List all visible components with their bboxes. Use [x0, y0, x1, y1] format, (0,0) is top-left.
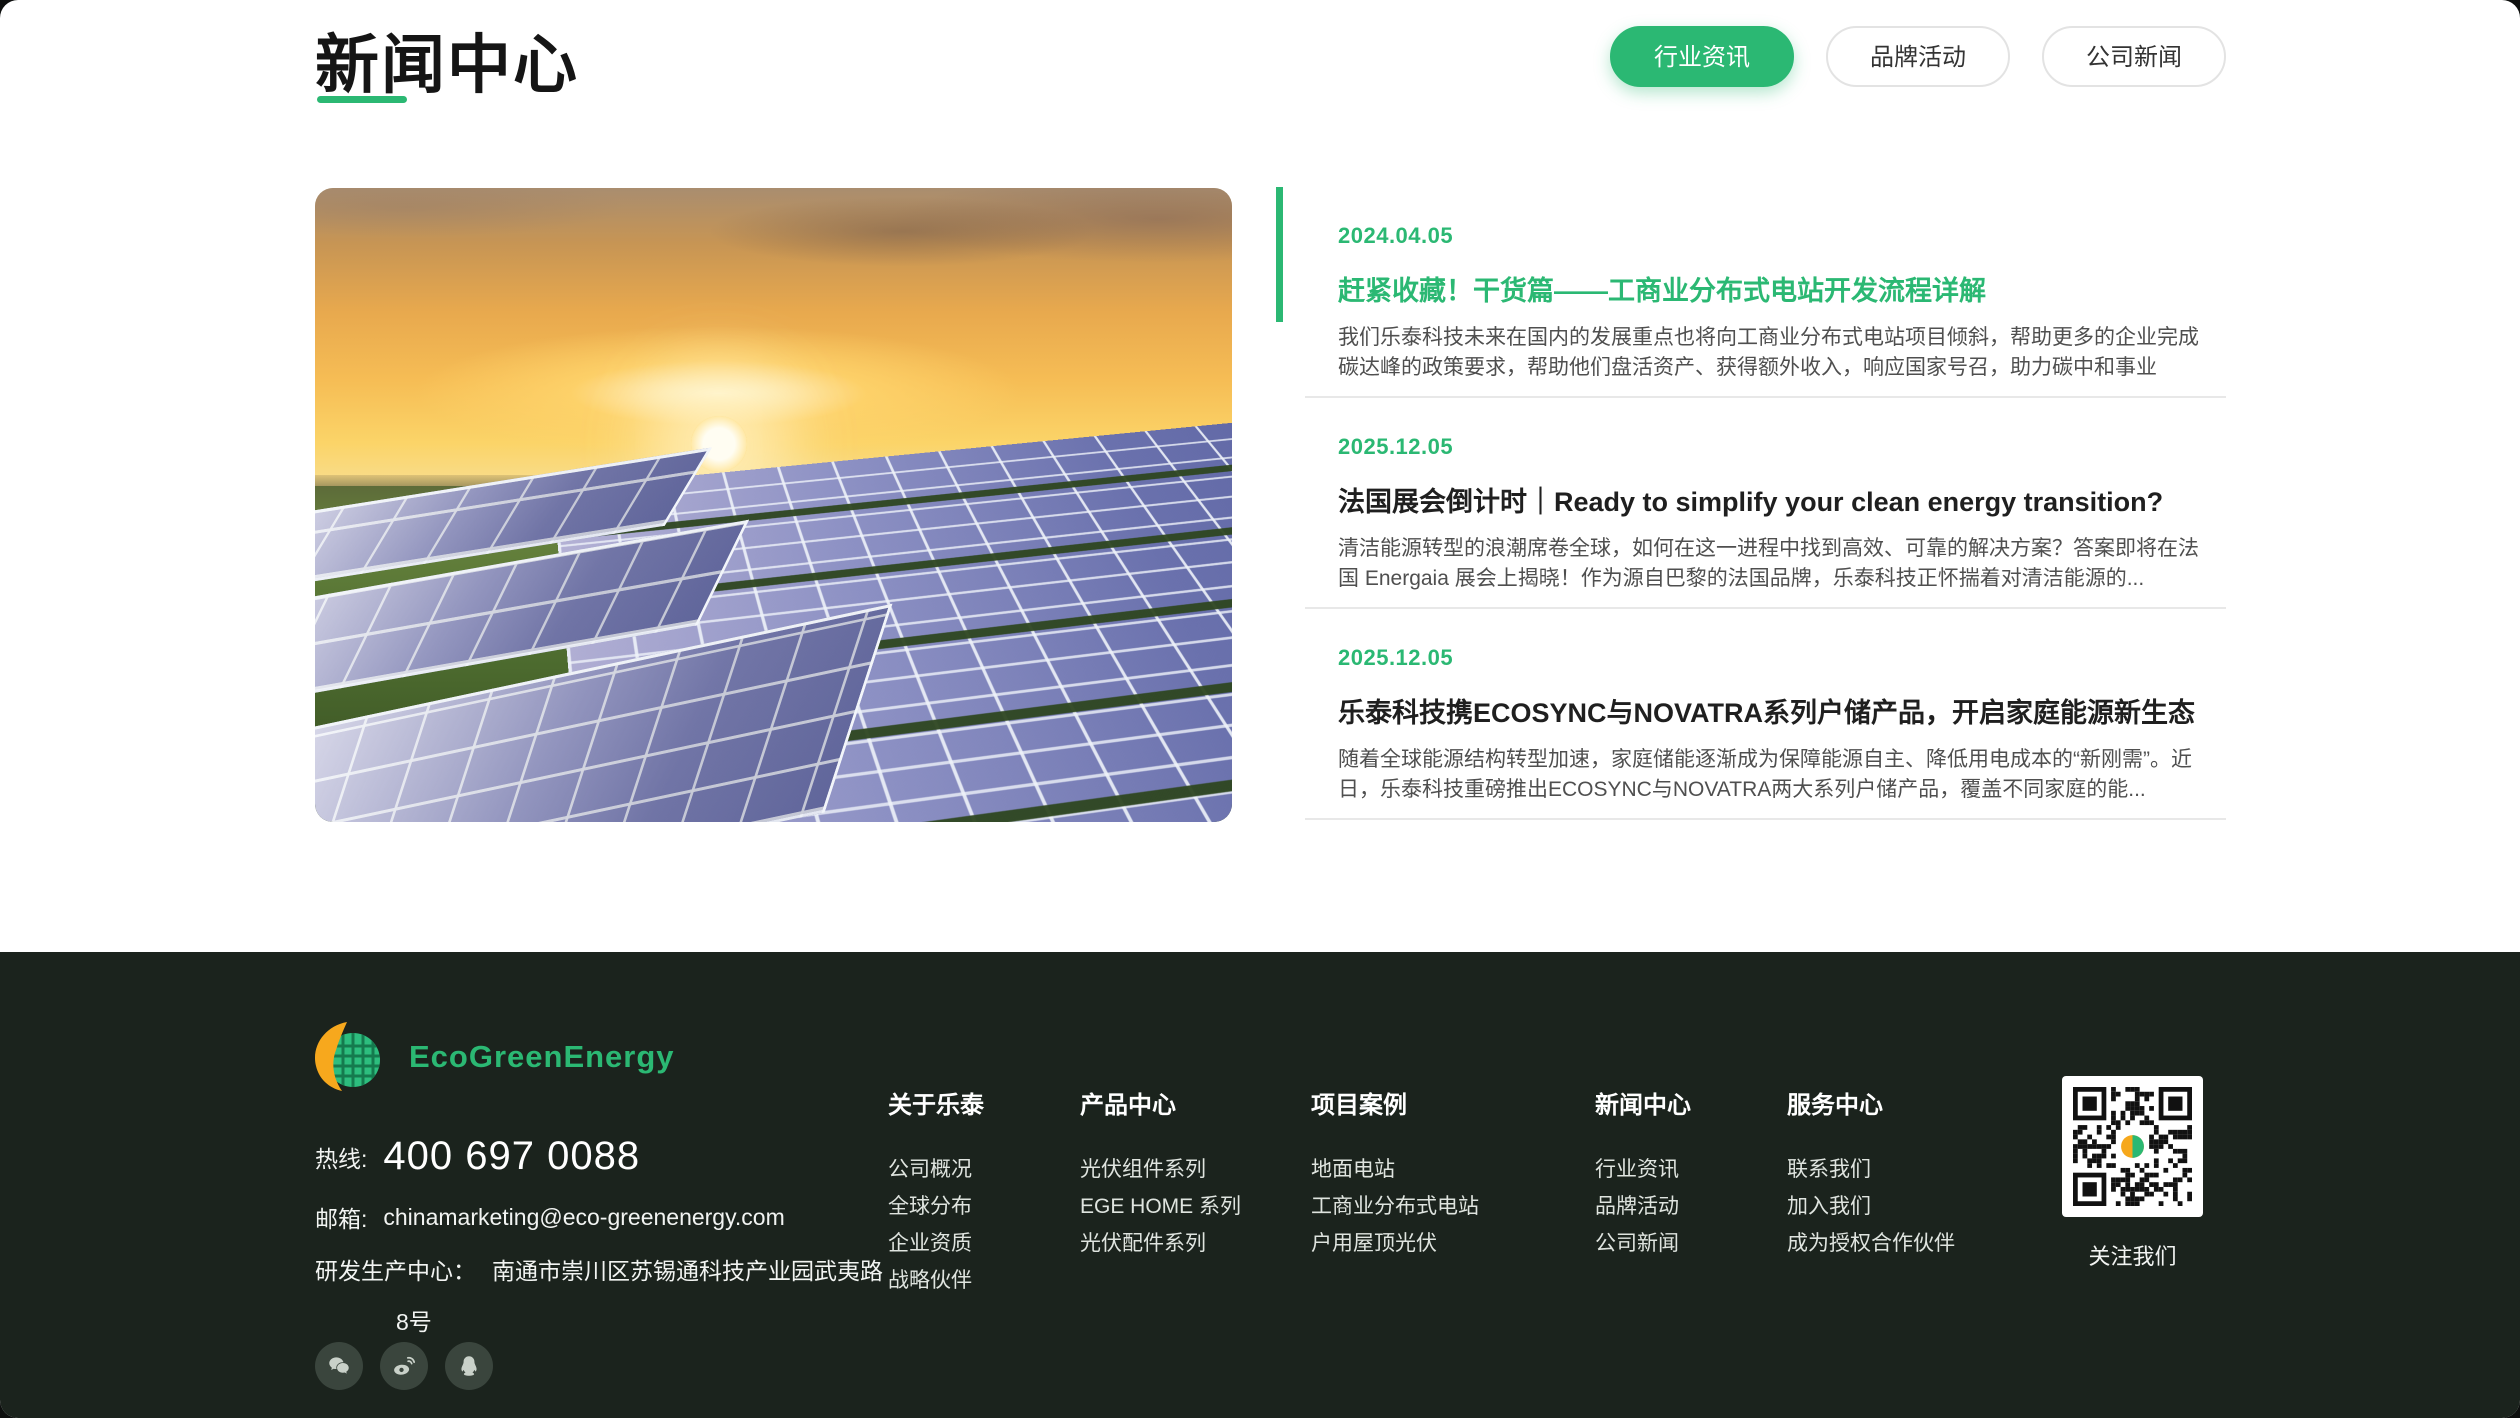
news-item[interactable]: 2025.12.05 乐泰科技携ECOSYNC与NOVATRA系列户储产品，开启…: [1276, 609, 2226, 820]
news-date: 2024.04.05: [1338, 223, 2214, 249]
footer-link[interactable]: 户用屋顶光伏: [1311, 1232, 1437, 1255]
footer-link[interactable]: 公司新闻: [1595, 1232, 1679, 1255]
news-title: 法国展会倒计时｜Ready to simplify your clean ene…: [1338, 480, 2214, 519]
footer-link[interactable]: 战略伙伴: [888, 1269, 972, 1292]
footer-link[interactable]: 行业资讯: [1595, 1158, 1679, 1181]
hero-solar-farm-image: [315, 188, 1232, 822]
footer-column-title: 项目案例: [1311, 1085, 1479, 1120]
address-line-2: 8号: [396, 1303, 883, 1337]
footer-column-title: 服务中心: [1787, 1085, 1955, 1120]
page-title: 新闻中心: [315, 14, 579, 106]
footer-column-about: 关于乐泰 公司概况 全球分布 企业资质 战略伙伴: [888, 1085, 984, 1301]
footer-column-title: 关于乐泰: [888, 1085, 984, 1120]
qr-caption: 关注我们: [2062, 1239, 2203, 1271]
hotline-label: 热线:: [315, 1140, 367, 1174]
news-filter-tabs: 行业资讯 品牌活动 公司新闻: [1610, 26, 2226, 87]
weibo-button[interactable]: [380, 1342, 428, 1390]
news-center-page: 新闻中心 行业资讯 品牌活动 公司新闻 2024.04.05 赶紧收藏！干货篇—…: [0, 0, 2520, 1418]
footer-link[interactable]: 品牌活动: [1595, 1195, 1679, 1218]
filter-industry-news-button[interactable]: 行业资讯: [1610, 26, 1794, 87]
footer-link[interactable]: 公司概况: [888, 1158, 972, 1181]
news-title: 乐泰科技携ECOSYNC与NOVATRA系列户储产品，开启家庭能源新生态: [1338, 691, 2214, 730]
footer-column-title: 产品中心: [1080, 1085, 1241, 1120]
brand-name: EcoGreenEnergy: [409, 1039, 675, 1075]
footer-column-products: 产品中心 光伏组件系列 EGE HOME 系列 光伏配件系列: [1080, 1085, 1241, 1264]
footer-link[interactable]: 地面电站: [1311, 1158, 1395, 1181]
wechat-qr-code: [2062, 1076, 2203, 1217]
wechat-icon: [326, 1353, 352, 1379]
news-date: 2025.12.05: [1338, 434, 2214, 460]
footer-link[interactable]: 工商业分布式电站: [1311, 1195, 1479, 1218]
footer-link[interactable]: 企业资质: [888, 1232, 972, 1255]
news-list: 2024.04.05 赶紧收藏！干货篇——工商业分布式电站开发流程详解 我们乐泰…: [1276, 187, 2226, 820]
footer-column-service: 服务中心 联系我们 加入我们 成为授权合作伙伴: [1787, 1085, 1955, 1264]
hotline-number: 400 697 0088: [383, 1134, 640, 1179]
footer-link[interactable]: 加入我们: [1787, 1195, 1871, 1218]
footer-link[interactable]: EGE HOME 系列: [1080, 1195, 1241, 1218]
address-line-1: 南通市崇川区苏锡通科技产业园武夷路: [492, 1252, 883, 1286]
news-title: 赶紧收藏！干货篇——工商业分布式电站开发流程详解: [1338, 269, 2214, 308]
qr-block: 关注我们: [2062, 1076, 2203, 1271]
footer-link[interactable]: 光伏组件系列: [1080, 1158, 1206, 1181]
footer: EcoGreenEnergy 热线: 400 697 0088 邮箱: chin…: [0, 952, 2520, 1418]
wechat-button[interactable]: [315, 1342, 363, 1390]
news-item[interactable]: 2024.04.05 赶紧收藏！干货篇——工商业分布式电站开发流程详解 我们乐泰…: [1276, 187, 2226, 398]
eco-green-energy-logo-icon: [313, 1022, 383, 1092]
email-row: 邮箱: chinamarketing@eco-greenenergy.com: [315, 1200, 785, 1234]
footer-link[interactable]: 全球分布: [888, 1195, 972, 1218]
footer-column-title: 新闻中心: [1595, 1085, 1691, 1120]
qq-icon: [456, 1353, 482, 1379]
filter-brand-events-button[interactable]: 品牌活动: [1826, 26, 2010, 87]
address-row: 研发生产中心： 南通市崇川区苏锡通科技产业园武夷路 8号: [315, 1252, 883, 1337]
footer-column-projects: 项目案例 地面电站 工商业分布式电站 户用屋顶光伏: [1311, 1085, 1479, 1264]
news-excerpt: 我们乐泰科技未来在国内的发展重点也将向工商业分布式电站项目倾斜，帮助更多的企业完…: [1338, 323, 2214, 384]
email-value[interactable]: chinamarketing@eco-greenenergy.com: [383, 1204, 784, 1231]
news-item[interactable]: 2025.12.05 法国展会倒计时｜Ready to simplify you…: [1276, 398, 2226, 609]
footer-link[interactable]: 光伏配件系列: [1080, 1232, 1206, 1255]
footer-column-news: 新闻中心 行业资讯 品牌活动 公司新闻: [1595, 1085, 1691, 1264]
qr-code-image: [2073, 1087, 2192, 1206]
social-links: [315, 1342, 493, 1390]
weibo-icon: [391, 1353, 417, 1379]
address-label: 研发生产中心：: [315, 1252, 476, 1286]
news-excerpt: 清洁能源转型的浪潮席卷全球，如何在这一进程中找到高效、可靠的解决方案？答案即将在…: [1338, 534, 2214, 595]
footer-link[interactable]: 联系我们: [1787, 1158, 1871, 1181]
hotline-row: 热线: 400 697 0088: [315, 1134, 640, 1179]
news-date: 2025.12.05: [1338, 645, 2214, 671]
news-excerpt: 随着全球能源结构转型加速，家庭储能逐渐成为保障能源自主、降低用电成本的“新刚需”…: [1338, 745, 2214, 806]
footer-link[interactable]: 成为授权合作伙伴: [1787, 1232, 1955, 1255]
footer-brand: EcoGreenEnergy: [313, 1022, 675, 1092]
email-label: 邮箱:: [315, 1200, 367, 1234]
qq-button[interactable]: [445, 1342, 493, 1390]
filter-company-news-button[interactable]: 公司新闻: [2042, 26, 2226, 87]
title-underline: [317, 96, 407, 103]
